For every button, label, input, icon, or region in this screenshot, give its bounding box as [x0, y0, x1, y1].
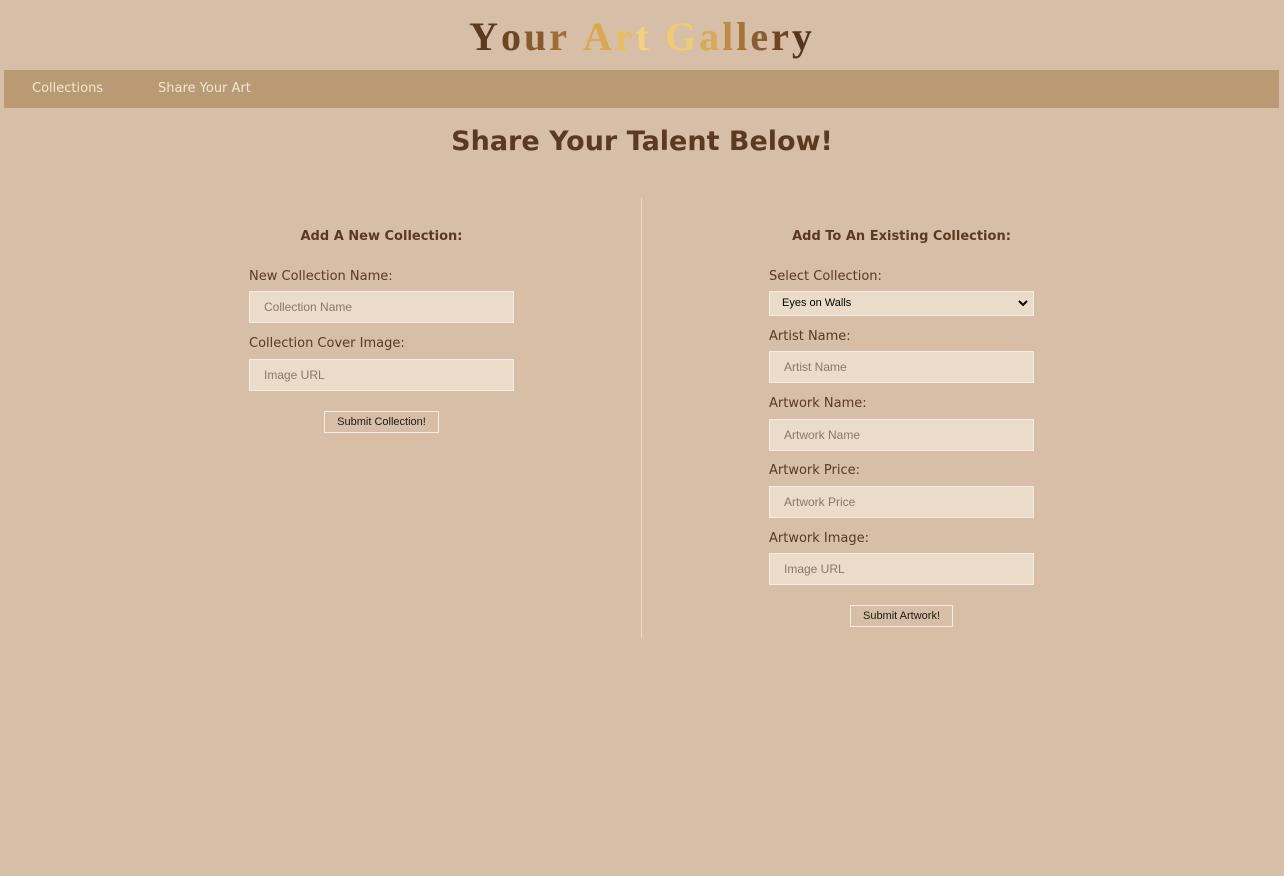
page-title: Share Your Talent Below!: [451, 126, 833, 157]
collection-cover-image-input[interactable]: [249, 359, 514, 391]
site-logo: Your Art Gallery: [0, 14, 1284, 60]
artist-name-label: Artist Name:: [769, 329, 851, 344]
logo-letter: y: [791, 14, 815, 59]
new-collection-heading: Add A New Collection:: [300, 229, 463, 244]
existing-collection-heading: Add To An Existing Collection:: [792, 229, 1011, 244]
logo-letter: a: [699, 14, 723, 59]
artwork-name-label: Artwork Name:: [769, 396, 867, 411]
artwork-price-input[interactable]: [769, 486, 1034, 518]
nav-item-collections[interactable]: Collections: [32, 70, 103, 108]
artwork-name-input[interactable]: [769, 419, 1034, 451]
logo-letter: A: [583, 14, 615, 59]
logo-letter: G: [664, 14, 700, 59]
new-collection-name-input[interactable]: [249, 291, 514, 323]
select-collection-label: Select Collection:: [769, 269, 882, 284]
submit-artwork-button[interactable]: Submit Artwork!: [850, 605, 953, 627]
column-divider: [641, 198, 642, 638]
logo-letter: l: [736, 14, 751, 59]
logo-letter: u: [523, 14, 550, 59]
collection-cover-image-label: Collection Cover Image:: [249, 336, 405, 351]
logo-letter: r: [549, 14, 570, 59]
logo-letter: r: [771, 14, 792, 59]
artwork-image-input[interactable]: [769, 553, 1034, 585]
new-collection-name-label: New Collection Name:: [249, 269, 393, 284]
logo-letter: [570, 14, 583, 60]
chevron-down-icon: [1018, 300, 1028, 307]
nav-bar: Collections Share Your Art: [4, 70, 1279, 108]
select-collection-dropdown[interactable]: Eyes on Walls: [769, 291, 1034, 316]
submit-collection-button[interactable]: Submit Collection!: [324, 411, 439, 433]
logo-letter: e: [750, 14, 772, 59]
logo-letter: Y: [469, 14, 501, 59]
nav-item-share-your-art[interactable]: Share Your Art: [158, 70, 251, 108]
selected-collection-value: Eyes on Walls: [782, 297, 852, 309]
logo-letter: t: [635, 14, 652, 59]
logo-letter: r: [614, 14, 636, 59]
artwork-price-label: Artwork Price:: [769, 463, 861, 478]
logo-letter: [652, 14, 665, 60]
logo-letter: l: [722, 14, 737, 59]
artist-name-input[interactable]: [769, 351, 1034, 383]
artwork-image-label: Artwork Image:: [769, 531, 870, 546]
logo-letter: o: [500, 14, 524, 59]
